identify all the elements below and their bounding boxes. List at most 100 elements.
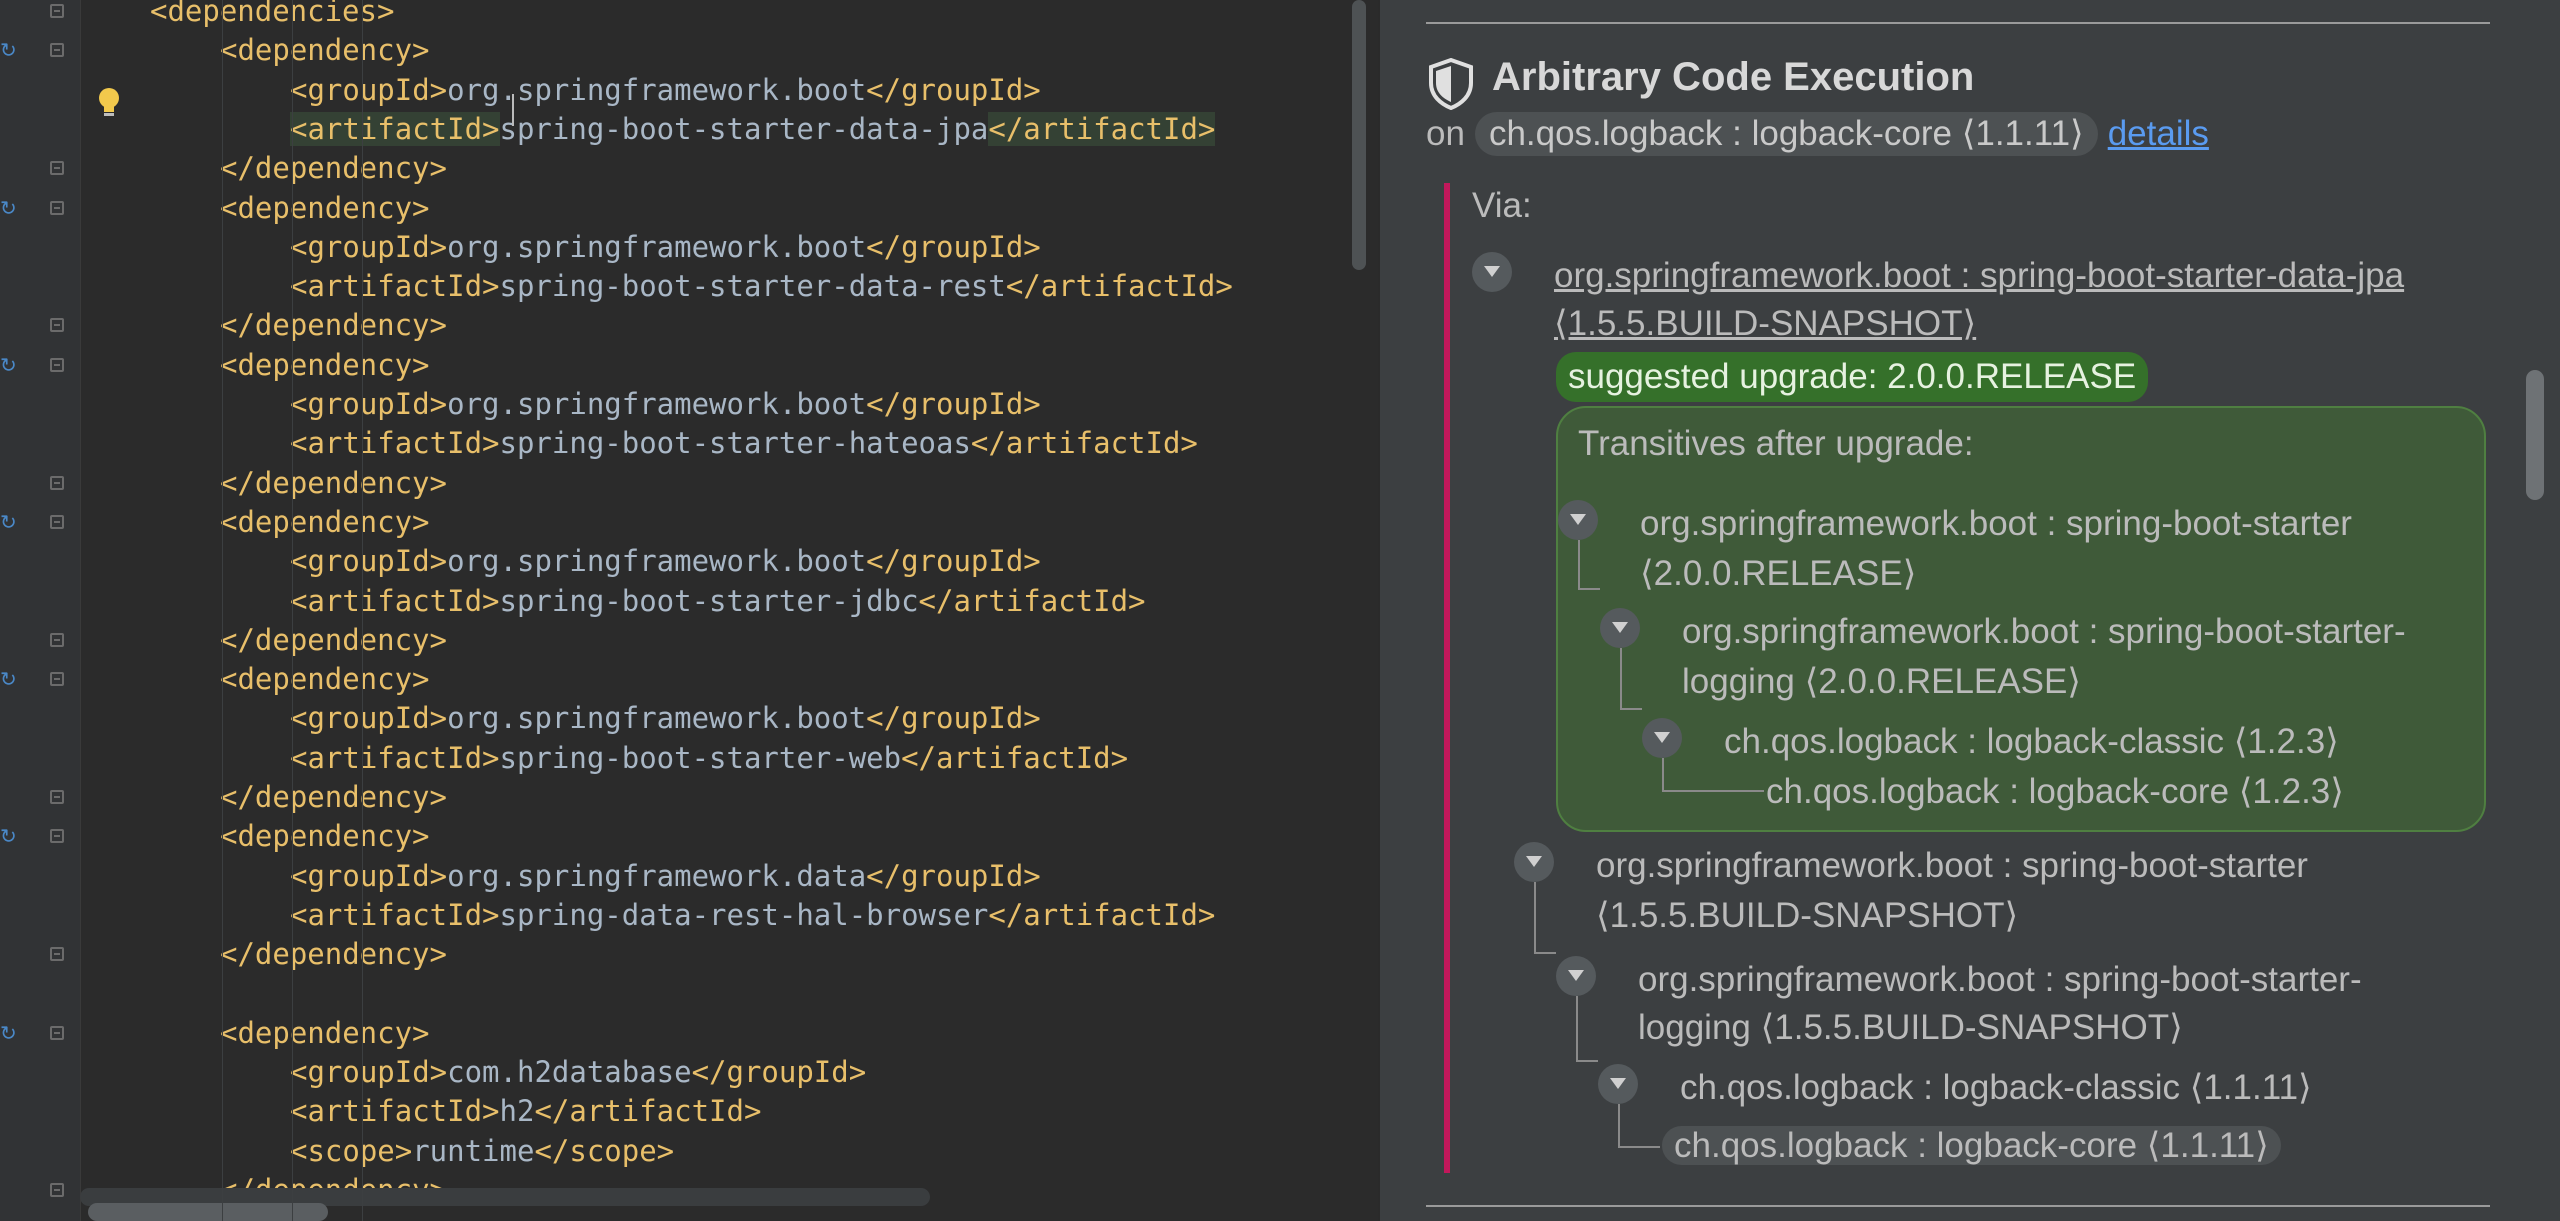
maven-dependency-icon[interactable]: ↻: [0, 1022, 17, 1044]
code-line[interactable]: </dependency>: [220, 935, 447, 974]
fold-marker-icon[interactable]: [50, 790, 64, 804]
code-line[interactable]: <scope>runtime</scope>: [290, 1132, 674, 1171]
expand-after-0-toggle[interactable]: [1558, 500, 1598, 540]
xml-tag: </artifactId>: [901, 740, 1129, 775]
fold-marker-icon[interactable]: [50, 632, 64, 647]
panel-scrollbar[interactable]: [2526, 370, 2544, 500]
code-line[interactable]: <groupId>com.h2database</groupId>: [290, 1053, 866, 1092]
code-line[interactable]: <artifactId>spring-boot-starter-data-res…: [290, 267, 1233, 306]
xml-value: org.springframework.boot: [447, 72, 867, 107]
after-dep-3-name: ch.qos.logback : logback-core ⟨1.2.3⟩: [1766, 772, 2344, 811]
xml-value: h2: [499, 1094, 535, 1129]
maven-dependency-icon[interactable]: ↻: [0, 511, 17, 533]
code-editor[interactable]: ↻ ↻ ↻ ↻ ↻ ↻ ↻ <dependencies> <dependency> <group…: [0, 0, 1378, 1221]
code-line[interactable]: <dependency>: [220, 31, 430, 70]
xml-tag: <dependency>: [220, 190, 430, 225]
affected-package-line: on ch.qos.logback : logback-core ⟨1.1.11…: [1426, 112, 2209, 156]
fold-marker-icon[interactable]: [50, 514, 64, 529]
xml-tag: <groupId>: [290, 72, 448, 107]
code-line[interactable]: <groupId>org.springframework.data</group…: [290, 857, 1041, 896]
xml-tag: </artifactId>: [918, 583, 1146, 618]
text-caret: [512, 94, 514, 126]
code-line[interactable]: <groupId>org.springframework.boot</group…: [290, 71, 1041, 110]
maven-dependency-icon[interactable]: ↻: [0, 825, 17, 847]
package-badge: ch.qos.logback : logback-core ⟨1.1.11⟩: [1474, 112, 2098, 156]
fold-marker-icon[interactable]: [50, 161, 64, 176]
expand-current-0-toggle[interactable]: [1514, 842, 1554, 882]
code-line[interactable]: </dependency>: [220, 464, 447, 503]
code-line[interactable]: <artifactId>spring-boot-starter-data-jpa…: [290, 110, 1216, 149]
expand-after-1-toggle[interactable]: [1600, 608, 1640, 648]
code-line[interactable]: <dependency>: [220, 1014, 430, 1053]
fold-marker-icon[interactable]: [50, 200, 64, 215]
fold-marker-icon[interactable]: [50, 1183, 64, 1197]
vulnerability-panel: Arbitrary Code Execution on ch.qos.logba…: [1378, 0, 2560, 1221]
code-line[interactable]: </dependency>: [220, 149, 447, 188]
details-link[interactable]: details: [2108, 114, 2209, 154]
code-line[interactable]: <groupId>org.springframework.boot</group…: [290, 542, 1041, 581]
fold-marker-icon[interactable]: [50, 672, 64, 687]
current-dep-0-name: org.springframework.boot : spring-boot-s…: [1596, 846, 2308, 885]
xml-tag: </groupId>: [866, 701, 1041, 736]
xml-value: org.springframework.boot: [447, 229, 867, 264]
xml-tag: <artifactId>: [290, 740, 500, 775]
fold-marker-icon[interactable]: [50, 829, 64, 844]
expand-current-1-toggle[interactable]: [1556, 956, 1596, 996]
xml-value: org.springframework.boot: [447, 544, 867, 579]
code-line[interactable]: </dependency>: [220, 778, 447, 817]
editor-vertical-scrollbar[interactable]: [1352, 0, 1366, 270]
xml-tag: </artifactId>: [970, 426, 1198, 461]
xml-tag: <artifactId>: [290, 583, 500, 618]
root-dependency-version[interactable]: ⟨1.5.5.BUILD-SNAPSHOT⟩: [1554, 300, 1976, 348]
xml-value: spring-boot-starter-jdbc: [499, 583, 919, 618]
code-line[interactable]: <dependency>: [220, 660, 430, 699]
code-line[interactable]: <groupId>org.springframework.boot</group…: [290, 385, 1041, 424]
code-line[interactable]: <dependencies>: [150, 0, 394, 31]
indent-guide: [362, 0, 363, 1221]
after-dep-1-name: org.springframework.boot : spring-boot-s…: [1682, 612, 2406, 651]
code-line[interactable]: <dependency>: [220, 189, 430, 228]
code-line[interactable]: <dependency>: [220, 817, 430, 856]
code-line[interactable]: <artifactId>spring-data-rest-hal-browser…: [290, 896, 1215, 935]
xml-value: org.springframework.boot: [447, 387, 867, 421]
code-line[interactable]: </dependency>: [220, 621, 447, 660]
transitives-label: Transitives after upgrade:: [1578, 424, 1974, 463]
expand-current-2-toggle[interactable]: [1598, 1064, 1638, 1104]
code-line[interactable]: <dependency>: [220, 503, 430, 542]
expand-root-toggle[interactable]: [1472, 252, 1512, 292]
fold-marker-icon[interactable]: [50, 4, 64, 18]
xml-tag: </groupId>: [866, 387, 1041, 421]
code-line[interactable]: <groupId>org.springframework.boot</group…: [290, 228, 1041, 267]
root-dependency-link[interactable]: org.springframework.boot : spring-boot-s…: [1554, 252, 2404, 300]
code-line[interactable]: <artifactId>h2</artifactId>: [290, 1092, 761, 1131]
xml-tag: </dependency>: [220, 937, 447, 972]
code-line[interactable]: </dependency>: [220, 306, 447, 345]
fold-marker-icon[interactable]: [50, 475, 64, 490]
xml-tag: <scope>: [290, 1133, 413, 1168]
maven-dependency-icon[interactable]: ↻: [0, 668, 17, 690]
maven-dependency-icon[interactable]: ↻: [0, 197, 17, 219]
code-line[interactable]: <artifactId>spring-boot-starter-jdbc</ar…: [290, 582, 1146, 621]
xml-tag: </groupId>: [866, 544, 1041, 579]
code-line[interactable]: <dependency>: [220, 346, 430, 385]
xml-tag: </scope>: [534, 1133, 675, 1168]
code-line[interactable]: <artifactId>spring-boot-starter-hateoas<…: [290, 424, 1198, 463]
fold-marker-icon[interactable]: [50, 1025, 64, 1040]
xml-tag: </artifactId>: [534, 1094, 762, 1129]
xml-tag: <groupId>: [290, 858, 448, 893]
expand-after-2-toggle[interactable]: [1642, 718, 1682, 758]
code-line[interactable]: <artifactId>spring-boot-starter-web</art…: [290, 739, 1128, 778]
current-dep-1-name: org.springframework.boot : spring-boot-s…: [1638, 960, 2362, 999]
code-line[interactable]: <groupId>org.springframework.boot</group…: [290, 699, 1041, 738]
fold-marker-icon[interactable]: [50, 318, 64, 333]
xml-tag: <dependency>: [220, 1015, 430, 1050]
fold-marker-icon[interactable]: [50, 43, 64, 58]
bottom-divider: [1426, 1205, 2490, 1207]
lightbulb-icon[interactable]: [96, 86, 122, 120]
fold-marker-icon[interactable]: [50, 357, 64, 372]
maven-dependency-icon[interactable]: ↻: [0, 39, 17, 61]
xml-tag: </groupId>: [691, 1055, 867, 1090]
after-dep-1-version: logging ⟨2.0.0.RELEASE⟩: [1682, 662, 2081, 701]
maven-dependency-icon[interactable]: ↻: [0, 354, 17, 376]
fold-marker-icon[interactable]: [50, 947, 64, 962]
